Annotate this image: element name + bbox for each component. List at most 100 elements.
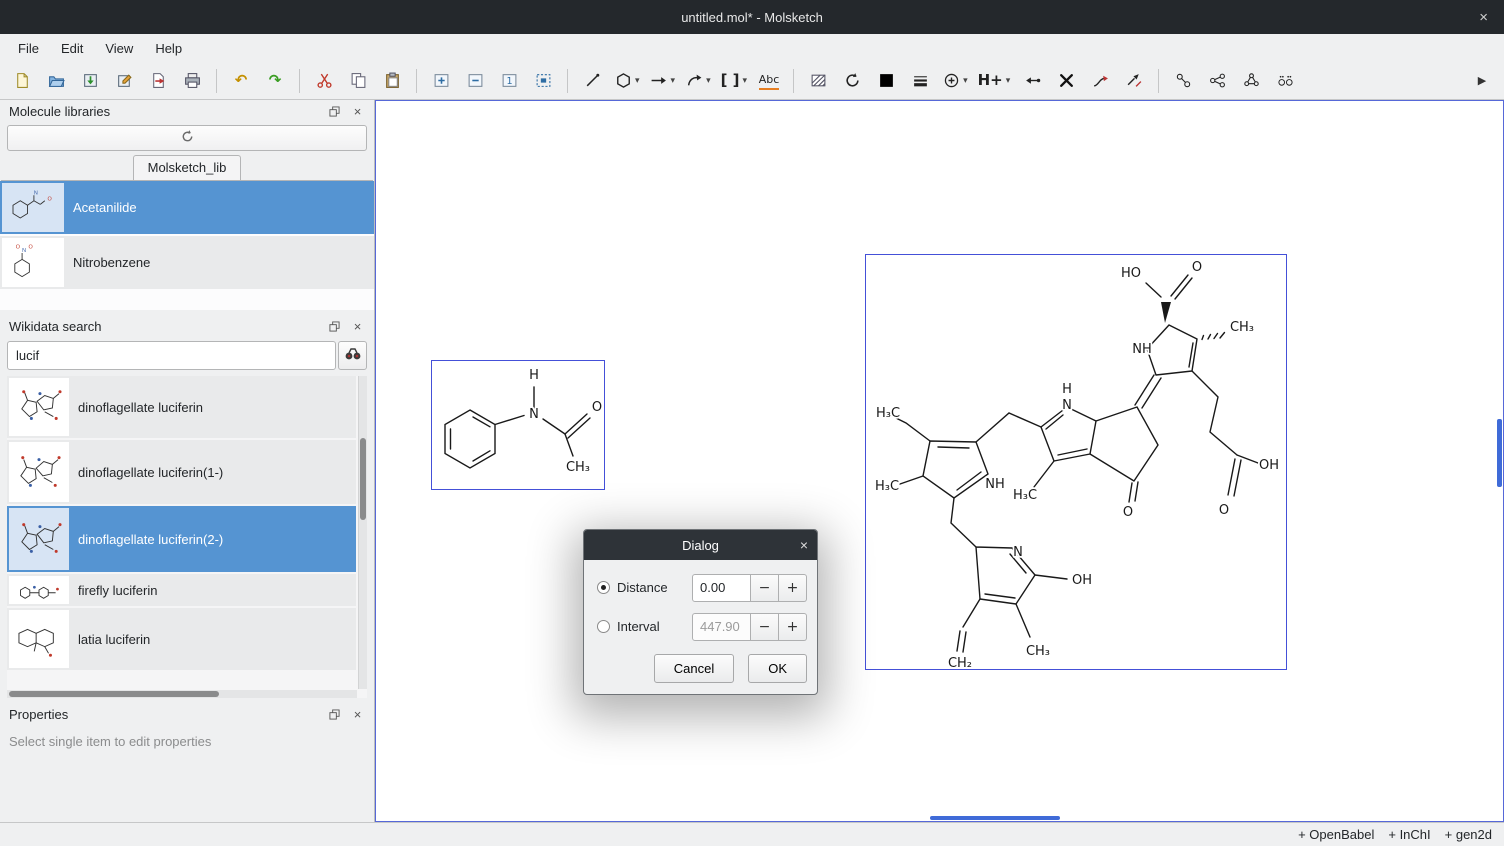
paste-button[interactable] <box>378 66 406 96</box>
wikidata-result-item[interactable]: dinoflagellate luciferin <box>7 376 356 438</box>
interval-radio[interactable] <box>597 620 610 633</box>
new-file-button[interactable] <box>8 66 36 96</box>
zoom-out-button[interactable] <box>461 66 489 96</box>
reaction-mapping-tool-button[interactable] <box>1120 66 1148 96</box>
wikidata-vertical-scrollbar[interactable] <box>358 376 367 689</box>
color-swatch-tool-button[interactable] <box>872 66 900 96</box>
wikidata-float-icon[interactable] <box>327 319 342 334</box>
properties-float-icon[interactable] <box>327 707 342 722</box>
scrollbar-thumb[interactable] <box>9 691 219 697</box>
redo-button[interactable]: ↷ <box>261 66 289 96</box>
wikidata-search-input[interactable] <box>7 341 336 370</box>
export-file-button[interactable] <box>144 66 172 96</box>
hatch-tool-icon <box>809 72 827 90</box>
undo-button[interactable]: ↶ <box>227 66 255 96</box>
libraries-float-icon[interactable] <box>327 104 342 119</box>
wikidata-search-row <box>7 341 367 370</box>
scrollbar-thumb[interactable] <box>360 438 366 520</box>
curved-arrow-tool-dropdown-icon[interactable]: ▾ <box>706 76 711 86</box>
window-close-icon[interactable]: × <box>1471 0 1496 34</box>
hydrogen-tool-dropdown-icon[interactable]: ▾ <box>1006 76 1011 86</box>
cut-button[interactable] <box>310 66 338 96</box>
rotate-tool-button[interactable] <box>838 66 866 96</box>
library-item-acetanilide[interactable]: NO Acetanilide <box>0 181 374 234</box>
charge-tool-dropdown-icon[interactable]: ▾ <box>963 76 968 86</box>
zoom-original-button[interactable]: 1 <box>495 66 523 96</box>
distance-radio[interactable] <box>597 581 610 594</box>
zoom-in-button[interactable] <box>427 66 455 96</box>
delete-tool-button[interactable] <box>1052 66 1080 96</box>
menu-file[interactable]: File <box>8 37 49 60</box>
luciferin-molecule[interactable]: HO O CH₃ NH H N H₃C NH H₃C H₃C O OH O N … <box>865 254 1287 670</box>
atom-label: O <box>1123 505 1133 520</box>
wikidata-close-icon[interactable]: × <box>350 319 365 334</box>
bracket-tool-dropdown-icon[interactable]: ▾ <box>743 76 748 86</box>
acetanilide-molecule[interactable]: H N O CH₃ <box>431 360 605 490</box>
tab-molsketch-lib[interactable]: Molsketch_lib <box>133 155 242 180</box>
dialog-buttons: Cancel OK <box>597 654 807 683</box>
reaction-arrow-tool-button[interactable]: ▾ <box>648 66 678 96</box>
wikidata-result-item[interactable]: latia luciferin <box>7 608 356 670</box>
hatch-tool-button[interactable] <box>804 66 832 96</box>
svg-text:1: 1 <box>506 76 512 87</box>
cancel-button[interactable]: Cancel <box>654 654 734 683</box>
toolbar-overflow-icon: ▶ <box>1473 72 1491 90</box>
interval-input[interactable] <box>692 613 751 641</box>
library-item-label: Acetanilide <box>73 200 137 215</box>
hydrogen-tool-icon: H+ <box>978 72 1003 90</box>
wikidata-horizontal-scrollbar[interactable] <box>7 690 357 698</box>
electron-flow-tool-button[interactable] <box>1018 66 1046 96</box>
charge-tool-button[interactable]: ▾ <box>940 66 970 96</box>
reaction-arrow-tool-dropdown-icon[interactable]: ▾ <box>671 76 676 86</box>
lone-pair-tool-button[interactable] <box>1271 66 1299 96</box>
atom-chain-tool-button[interactable] <box>1203 66 1231 96</box>
ring-tool-button[interactable]: ▾ <box>612 66 642 96</box>
properties-header: Properties × <box>0 703 374 725</box>
distance-increment-button[interactable]: + <box>779 574 807 602</box>
atom-label: CH₂ <box>948 656 972 669</box>
drawing-canvas[interactable]: H N O CH₃ <box>375 100 1504 822</box>
open-file-button[interactable] <box>42 66 70 96</box>
hydrogen-tool-button[interactable]: H+▾ <box>976 66 1013 96</box>
properties-close-icon[interactable]: × <box>350 707 365 722</box>
print-button[interactable] <box>178 66 206 96</box>
canvas-horizontal-scrollbar[interactable] <box>930 816 1060 820</box>
save-as-file-button[interactable] <box>110 66 138 96</box>
refresh-library-button[interactable] <box>7 125 367 151</box>
ok-button[interactable]: OK <box>748 654 807 683</box>
save-file-button[interactable] <box>76 66 104 96</box>
copy-button[interactable] <box>344 66 372 96</box>
distance-decrement-button[interactable]: − <box>751 574 779 602</box>
svg-text:N: N <box>22 248 26 254</box>
svg-text:O: O <box>48 196 52 202</box>
menu-edit[interactable]: Edit <box>51 37 93 60</box>
atom-group-tool-button[interactable] <box>1237 66 1265 96</box>
line-width-tool-button[interactable] <box>906 66 934 96</box>
atom-pair-tool-button[interactable] <box>1169 66 1197 96</box>
atom-label: NH <box>1132 342 1152 357</box>
wikidata-search-button[interactable] <box>338 341 367 370</box>
text-tool-button[interactable]: Abc <box>755 66 783 96</box>
curved-arrow-tool-button[interactable]: ▾ <box>683 66 713 96</box>
libraries-close-icon[interactable]: × <box>350 104 365 119</box>
dialog-close-icon[interactable]: × <box>800 530 808 560</box>
interval-decrement-button[interactable]: − <box>751 613 779 641</box>
wikidata-result-item[interactable]: dinoflagellate luciferin(2-) <box>7 506 356 572</box>
menu-view[interactable]: View <box>95 37 143 60</box>
interval-increment-button[interactable]: + <box>779 613 807 641</box>
bracket-tool-button[interactable]: [ ]▾ <box>719 66 749 96</box>
library-item-nitrobenzene[interactable]: NOO Nitrobenzene <box>0 236 374 289</box>
sidebar: Molecule libraries × Molsketch_lib NO Ac… <box>0 100 375 822</box>
zoom-fit-button[interactable] <box>529 66 557 96</box>
menu-help[interactable]: Help <box>145 37 192 60</box>
dialog-titlebar[interactable]: Dialog × <box>584 530 817 560</box>
wikidata-result-item[interactable]: firefly luciferin <box>7 574 356 606</box>
toolbar-separator <box>416 69 417 93</box>
draw-bond-button[interactable] <box>578 66 606 96</box>
mechanism-arrow-tool-button[interactable] <box>1086 66 1114 96</box>
wikidata-result-item[interactable]: dinoflagellate luciferin(1-) <box>7 440 356 504</box>
toolbar-overflow-button[interactable]: ▶ <box>1468 66 1496 96</box>
distance-input[interactable] <box>692 574 751 602</box>
ring-tool-dropdown-icon[interactable]: ▾ <box>635 76 640 86</box>
canvas-vertical-scrollbar[interactable] <box>1497 419 1502 487</box>
